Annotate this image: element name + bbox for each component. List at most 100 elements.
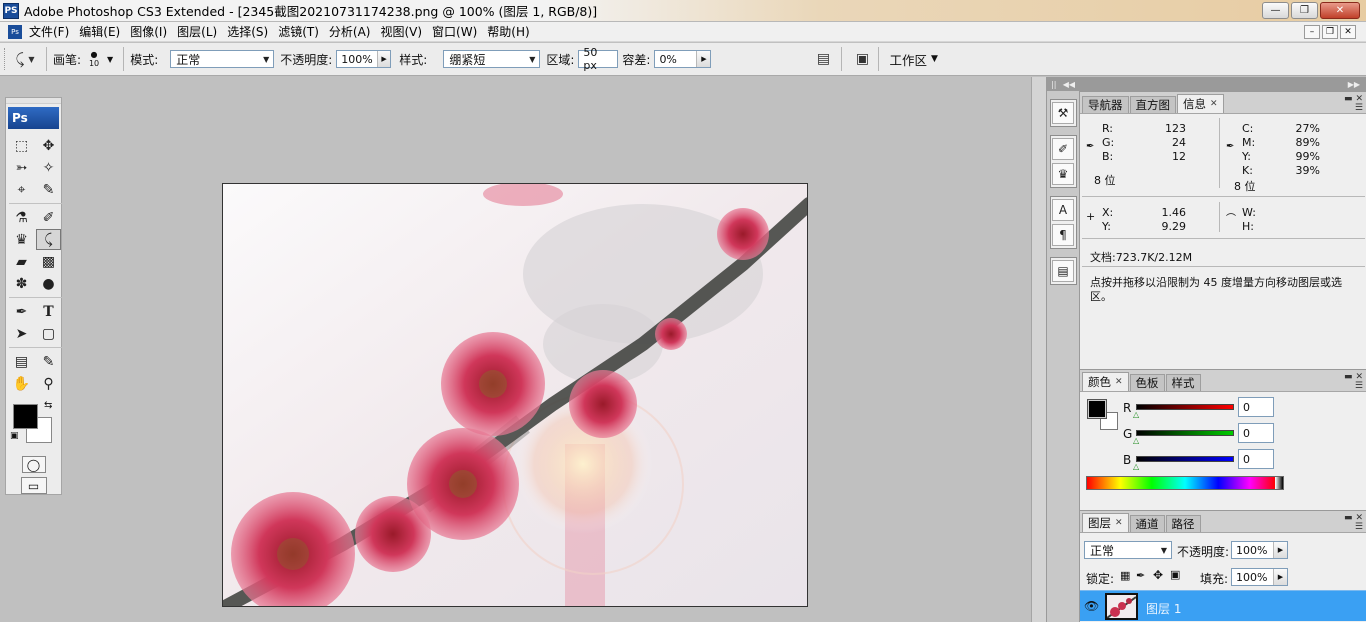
slider-arrow-icon[interactable]: ▶	[1273, 569, 1287, 585]
slider-arrow-icon[interactable]: ▶	[696, 51, 711, 67]
tool-preset-picker[interactable]: ⤹ ▼	[8, 47, 42, 71]
clone-stamp-tool-icon[interactable]: ♛	[9, 229, 34, 250]
tab-layers[interactable]: 图层 ✕	[1082, 513, 1129, 532]
opacity-field[interactable]: 100% ▶	[336, 50, 392, 68]
blur-tool-icon[interactable]: ✽	[9, 273, 34, 294]
screen-mode-button[interactable]: ▭	[20, 477, 47, 494]
blue-value-field[interactable]: 0	[1238, 449, 1274, 469]
tolerance-field[interactable]: 0% ▶	[654, 50, 712, 68]
paragraph-icon[interactable]: ¶	[1052, 224, 1074, 246]
maximize-button[interactable]: ❐	[1291, 2, 1318, 19]
menu-filter[interactable]: 滤镜(T)	[275, 23, 326, 40]
type-tool-icon[interactable]: T	[36, 301, 61, 322]
red-slider-thumb-icon[interactable]: △	[1133, 410, 1139, 419]
palette-well-icon[interactable]: ▤	[811, 48, 835, 70]
close-button[interactable]: ✕	[1320, 2, 1360, 19]
quick-mask-button[interactable]: ◯	[21, 456, 46, 473]
doc-restore-button[interactable]: ❐	[1322, 25, 1338, 39]
pen-tool-icon[interactable]: ✒	[9, 301, 34, 322]
minimize-panel-icon[interactable]: ▬	[1344, 372, 1353, 382]
brush-tool-icon[interactable]: ✐	[36, 207, 61, 228]
layer-name[interactable]: 图层 1	[1146, 600, 1181, 617]
marquee-tool-icon[interactable]: ⬚	[9, 135, 34, 156]
eraser-tool-icon[interactable]: ▰	[9, 251, 34, 272]
lock-pixels-icon[interactable]: ✒	[1136, 569, 1145, 582]
healing-brush-tool-icon[interactable]: ⚗	[9, 207, 34, 228]
tab-color[interactable]: 颜色 ✕	[1082, 372, 1129, 391]
document-canvas[interactable]	[222, 183, 808, 607]
panel-menu-icon[interactable]: ☰	[1355, 103, 1363, 113]
dock-header[interactable]: || ◀◀	[1047, 77, 1079, 91]
menu-image[interactable]: 图像(I)	[127, 23, 174, 40]
lock-position-icon[interactable]: ✥	[1153, 568, 1163, 582]
history-art-brush-tool-icon[interactable]: ⤹	[36, 229, 61, 250]
document-scroll-strip[interactable]	[1031, 77, 1046, 622]
visibility-eye-icon[interactable]: 👁	[1084, 599, 1099, 613]
workspace-button[interactable]: 工作区 ▼	[883, 50, 943, 69]
doc-minimize-button[interactable]: –	[1304, 25, 1320, 39]
slider-arrow-icon[interactable]: ▶	[376, 51, 391, 67]
notes-tool-icon[interactable]: ▤	[9, 351, 34, 372]
lock-transparency-icon[interactable]: ▦	[1120, 569, 1130, 582]
gradient-tool-icon[interactable]: ▩	[36, 251, 61, 272]
path-select-tool-icon[interactable]: ➤	[9, 323, 34, 344]
brush-picker[interactable]: ● 10	[85, 50, 103, 68]
green-slider-thumb-icon[interactable]: △	[1133, 436, 1139, 445]
fill-field[interactable]: 100% ▶	[1231, 568, 1288, 586]
menu-layer[interactable]: 图层(L)	[174, 23, 224, 40]
tab-channels[interactable]: 通道	[1129, 515, 1165, 532]
red-value-field[interactable]: 0	[1238, 397, 1274, 417]
doc-close-button[interactable]: ✕	[1340, 25, 1356, 39]
shape-tool-icon[interactable]: ▢	[36, 323, 61, 344]
character-icon[interactable]: A	[1052, 199, 1074, 221]
lock-all-icon[interactable]: ▣	[1170, 568, 1180, 581]
red-slider-track[interactable]	[1136, 404, 1234, 410]
hand-tool-icon[interactable]: ✋	[9, 373, 34, 394]
clone-source-icon[interactable]: ♛	[1052, 163, 1074, 185]
tab-info[interactable]: 信息 ✕	[1177, 94, 1224, 113]
tab-swatches[interactable]: 色板	[1129, 374, 1165, 391]
layer-row[interactable]: 👁 图层 1	[1080, 590, 1366, 621]
blue-slider-track[interactable]	[1136, 456, 1234, 462]
magic-wand-tool-icon[interactable]: ✧	[36, 157, 61, 178]
menu-window[interactable]: 窗口(W)	[429, 23, 484, 40]
blend-mode-select[interactable]: 正常 ▼	[1084, 541, 1172, 559]
menu-file[interactable]: 文件(F)	[26, 23, 76, 40]
close-tab-icon[interactable]: ✕	[1115, 518, 1123, 528]
panel-menu-icon[interactable]: ☰	[1355, 522, 1363, 532]
menu-analysis[interactable]: 分析(A)	[326, 23, 378, 40]
mode-select[interactable]: 正常 ▼	[170, 50, 275, 68]
panel-menu-icon[interactable]: ☰	[1355, 381, 1363, 391]
style-select[interactable]: 绷紧短 ▼	[443, 50, 541, 68]
lasso-tool-icon[interactable]: ➳	[9, 157, 34, 178]
eyedropper-tool-icon[interactable]: ✎	[36, 351, 61, 372]
expand-arrows-icon[interactable]: ▶▶	[1348, 80, 1360, 89]
brushes-icon[interactable]: ✐	[1052, 138, 1074, 160]
bridge-icon[interactable]: ▣	[850, 48, 874, 70]
toolbox-grip[interactable]	[6, 98, 61, 104]
minimize-button[interactable]: —	[1262, 2, 1289, 19]
document-ps-icon[interactable]: Ps	[8, 24, 22, 39]
tool-presets-icon[interactable]: ⚒	[1052, 102, 1074, 124]
collapse-arrows-icon[interactable]: ◀◀	[1063, 80, 1075, 89]
close-tab-icon[interactable]: ✕	[1210, 99, 1218, 109]
menu-edit[interactable]: 编辑(E)	[76, 23, 127, 40]
slider-arrow-icon[interactable]: ▶	[1273, 542, 1287, 558]
move-tool-icon[interactable]: ✥	[36, 135, 61, 156]
dodge-tool-icon[interactable]: ●	[36, 273, 61, 294]
close-tab-icon[interactable]: ✕	[1115, 377, 1123, 387]
green-value-field[interactable]: 0	[1238, 423, 1274, 443]
layer-comps-icon[interactable]: ▤	[1052, 260, 1074, 282]
area-field[interactable]: 50 px	[578, 46, 619, 72]
menu-select[interactable]: 选择(S)	[224, 23, 275, 40]
brush-dropdown-icon[interactable]: ▼	[107, 55, 113, 64]
minimize-panel-icon[interactable]: ▬	[1344, 94, 1353, 104]
layer-opacity-field[interactable]: 100% ▶	[1231, 541, 1288, 559]
zoom-tool-icon[interactable]: ⚲	[36, 373, 61, 394]
tab-paths[interactable]: 路径	[1165, 515, 1201, 532]
tab-navigator[interactable]: 导航器	[1082, 96, 1129, 113]
menu-help[interactable]: 帮助(H)	[484, 23, 536, 40]
tab-histogram[interactable]: 直方图	[1129, 96, 1176, 113]
swap-colors-icon[interactable]: ⇆	[44, 400, 52, 411]
foreground-color-swatch[interactable]	[13, 404, 38, 429]
